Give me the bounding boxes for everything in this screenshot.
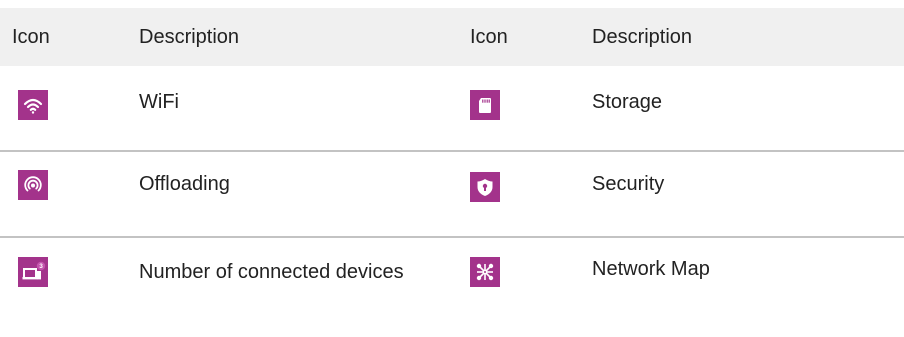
header-icon-left: Icon: [12, 26, 50, 48]
row-divider: [0, 236, 904, 238]
offloading-icon: [18, 170, 48, 200]
row-3-left-description: Number of connected devices: [139, 261, 404, 283]
row-1-right-description: Storage: [592, 91, 663, 113]
storage-sd-card-icon: [470, 90, 500, 120]
connected-devices-icon: 3: [18, 257, 48, 287]
header-description-right: Description: [592, 26, 693, 48]
table-header: [0, 8, 904, 66]
network-map-icon: [470, 257, 500, 287]
row-1-left-description: WiFi: [139, 91, 179, 113]
row-divider: [0, 150, 904, 152]
header-description-left: Description: [139, 26, 240, 48]
row-2-left-description: Offloading: [139, 173, 230, 195]
security-shield-icon: [470, 172, 500, 202]
device-count-badge: 3: [39, 263, 43, 270]
header-icon-right: Icon: [470, 26, 508, 48]
wifi-icon: [18, 90, 48, 120]
row-2-right-description: Security: [592, 173, 665, 195]
icon-description-table: Icon Description Icon Description WiFi S…: [0, 0, 904, 337]
row-3-right-description: Network Map: [592, 258, 710, 280]
